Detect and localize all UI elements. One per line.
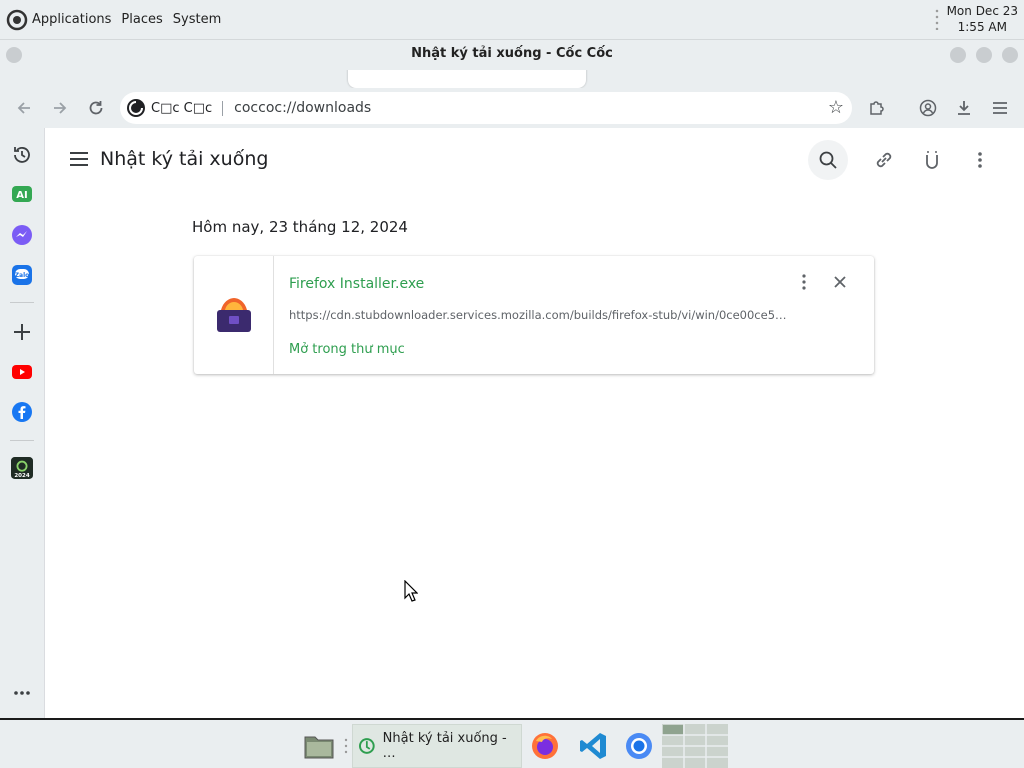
- remove-item-button[interactable]: [830, 272, 850, 294]
- menu-places[interactable]: Places: [121, 12, 162, 27]
- add-app-icon[interactable]: [11, 321, 33, 343]
- extensions-icon[interactable]: [864, 96, 888, 120]
- open-in-folder-link[interactable]: Mở trong thư mục: [289, 342, 405, 357]
- tab-downloads[interactable]: [348, 70, 586, 88]
- firefox-installer-file-icon: [216, 298, 251, 332]
- taskbar-window-button[interactable]: Nhật ký tải xuống - …: [352, 724, 522, 768]
- mouse-cursor-icon: [404, 580, 418, 602]
- workspace-switcher[interactable]: [662, 724, 728, 768]
- coccoc-2024-icon[interactable]: 2024: [11, 457, 33, 479]
- clock-area[interactable]: Mon Dec 23 1:55 AM: [934, 3, 1018, 35]
- taskbar-window-label: Nhật ký tải xuống - …: [382, 731, 507, 761]
- firefox-launcher-icon[interactable]: [528, 724, 562, 768]
- file-manager-launcher-icon[interactable]: [302, 724, 336, 768]
- search-icon: [819, 151, 837, 169]
- history-icon[interactable]: [11, 144, 33, 166]
- sidebar-divider: [10, 440, 34, 441]
- distro-logo-icon[interactable]: [6, 9, 28, 31]
- sidebar-more-icon[interactable]: [11, 682, 33, 704]
- sidebar-divider: [10, 302, 34, 303]
- chromium-launcher-icon[interactable]: [622, 724, 656, 768]
- messenger-icon[interactable]: [11, 224, 33, 246]
- panel-grip-handle[interactable]: [934, 8, 939, 30]
- maximize-button[interactable]: [976, 47, 992, 63]
- bookmark-star-icon[interactable]: ☆: [828, 97, 844, 118]
- downloads-icon[interactable]: [952, 96, 976, 120]
- system-top-panel: Applications Places System Mon Dec 23 1:…: [0, 0, 1024, 40]
- back-icon[interactable]: [12, 96, 36, 120]
- download-file-name-link[interactable]: Firefox Installer.exe: [289, 276, 424, 292]
- minimize-button[interactable]: [950, 47, 966, 63]
- hamburger-menu-icon[interactable]: [68, 148, 90, 170]
- more-options-button[interactable]: [960, 140, 1000, 180]
- clock-time: 1:55 AM: [957, 20, 1007, 34]
- main-menu-icon[interactable]: [988, 96, 1012, 120]
- page-title: Nhật ký tải xuống: [100, 148, 269, 170]
- coccoc-icon: [359, 738, 375, 754]
- coccoc-site-icon: [127, 99, 145, 117]
- zalo-icon[interactable]: Zalo: [11, 264, 33, 286]
- tab-strip: [0, 70, 1024, 88]
- link-icon: [876, 152, 892, 168]
- more-vert-icon: [978, 152, 982, 168]
- ai-chat-icon[interactable]: AI: [11, 184, 33, 206]
- reload-icon[interactable]: [84, 96, 108, 120]
- link-button[interactable]: [864, 140, 904, 180]
- side-panel: AI Zalo 2024: [0, 128, 45, 718]
- window-title: Nhật ký tải xuống - Cốc Cốc: [411, 46, 613, 61]
- taskbar-grip-handle[interactable]: [342, 724, 350, 768]
- close-icon: [834, 276, 846, 288]
- url-text[interactable]: coccoc://downloads: [234, 100, 371, 116]
- clear-all-icon: [926, 151, 938, 169]
- address-bar[interactable]: C□c C□c coccoc://downloads ☆: [120, 92, 852, 124]
- date-group-label: Hôm nay, 23 tháng 12, 2024: [192, 218, 408, 236]
- svg-text:AI: AI: [16, 190, 27, 201]
- site-name-label: C□c C□c: [151, 100, 224, 116]
- file-icon-cell: [194, 256, 274, 374]
- search-downloads-button[interactable]: [808, 140, 848, 180]
- clock-date: Mon Dec 23: [946, 4, 1018, 18]
- downloads-header: Nhật ký tải xuống: [46, 128, 1024, 192]
- downloads-page: Nhật ký tải xuống Hôm nay, 23 tháng 12, …: [46, 128, 1024, 718]
- svg-text:2024: 2024: [14, 473, 29, 479]
- system-menu-bar: Applications Places System: [0, 0, 231, 39]
- item-more-options-button[interactable]: [794, 272, 814, 294]
- svg-text:Zalo: Zalo: [15, 272, 30, 279]
- window-title-bar[interactable]: Nhật ký tải xuống - Cốc Cốc: [0, 40, 1024, 70]
- more-vert-icon: [802, 274, 806, 290]
- youtube-icon[interactable]: [11, 361, 33, 383]
- clear-all-button[interactable]: [912, 140, 952, 180]
- profile-icon[interactable]: [916, 96, 940, 120]
- facebook-icon[interactable]: [11, 401, 33, 423]
- menu-applications[interactable]: Applications: [32, 12, 111, 27]
- browser-toolbar: C□c C□c coccoc://downloads ☆: [0, 88, 1024, 128]
- download-item-card: Firefox Installer.exe https://cdn.stubdo…: [194, 256, 874, 374]
- close-window-button[interactable]: [1002, 47, 1018, 63]
- bottom-taskbar: Nhật ký tải xuống - …: [0, 718, 1024, 768]
- menu-system[interactable]: System: [173, 12, 221, 27]
- download-source-url[interactable]: https://cdn.stubdownloader.services.mozi…: [289, 308, 789, 322]
- vscode-launcher-icon[interactable]: [576, 724, 610, 768]
- forward-icon[interactable]: [48, 96, 72, 120]
